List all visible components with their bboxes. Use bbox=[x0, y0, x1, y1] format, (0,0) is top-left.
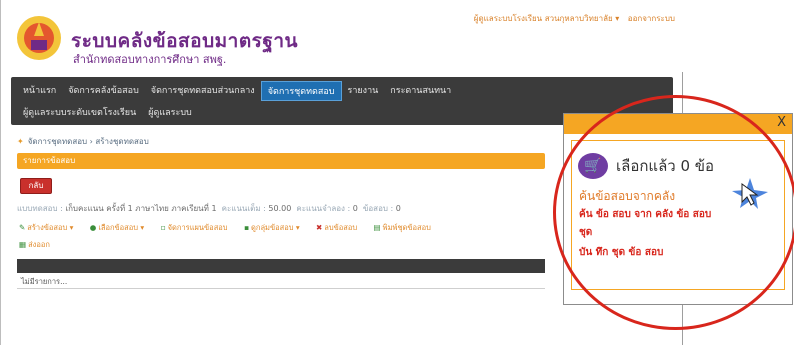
close-icon[interactable]: X bbox=[777, 115, 786, 130]
breadcrumb-text[interactable]: จัดการชุดทดสอบ › สร้างชุดทดสอบ bbox=[28, 137, 149, 146]
site-header: ระบบคลังข้อสอบมาตรฐาน สำนักทดสอบทางการศึ… bbox=[1, 0, 683, 72]
create-item-button[interactable]: ✎ สร้างข้อสอบ ▾ bbox=[19, 223, 80, 232]
select-item-button[interactable]: ● เลือกข้อสอบ ▾ bbox=[90, 223, 151, 232]
info-label-test: แบบทดสอบ : bbox=[17, 204, 63, 213]
test-info: แบบทดสอบ : เก็บคะแนน ครั้งที่ 1 ภาษาไทย … bbox=[17, 202, 401, 215]
print-icon: ▤ bbox=[373, 223, 381, 232]
view-groups-button[interactable]: ▪ ดูกลุ่มข้อสอบ ▾ bbox=[244, 223, 307, 232]
print-button[interactable]: ▤ พิมพ์ชุดข้อสอบ bbox=[374, 223, 438, 232]
nav-forum[interactable]: กระดานสนทนา bbox=[384, 81, 457, 101]
plus-icon: ● bbox=[89, 223, 97, 232]
home-icon: ✦ bbox=[17, 137, 24, 146]
info-value-count: 0 bbox=[395, 204, 401, 213]
info-label-fullscore: คะแนนเต็ม : bbox=[221, 204, 266, 213]
logout-link[interactable]: ออกจากระบบ bbox=[628, 14, 675, 23]
nav-admin[interactable]: ผู้ดูแลระบบ bbox=[142, 103, 198, 123]
section-header: รายการข้อสอบ bbox=[17, 153, 545, 169]
doc-icon: ▫ bbox=[160, 223, 166, 232]
delete-icon: ✖ bbox=[316, 223, 323, 232]
table-header bbox=[17, 259, 545, 273]
table-empty-row: ไม่มีรายการ... bbox=[17, 275, 545, 289]
nav-row-1: หน้าแรก จัดการคลังข้อสอบ จัดการชุดทดสอบส… bbox=[17, 81, 457, 101]
info-value-simscore: 0 bbox=[352, 204, 358, 213]
back-button[interactable]: กลับ bbox=[20, 178, 52, 194]
nav-reports[interactable]: รายงาน bbox=[342, 81, 385, 101]
info-label-simscore: คะแนนจำลอง : bbox=[296, 204, 351, 213]
top-links: ผู้ดูแลระบบโรงเรียน สวนกุหลาบวิทยาลัย ▾ … bbox=[468, 12, 675, 25]
info-value-fullscore: 50.00 bbox=[268, 204, 292, 213]
export-icon: ▦ bbox=[19, 240, 27, 249]
user-menu-link[interactable]: ผู้ดูแลระบบโรงเรียน สวนกุหลาบวิทยาลัย ▾ bbox=[474, 14, 619, 23]
folder-icon: ▪ bbox=[243, 223, 250, 232]
nav-manage-tests[interactable]: จัดการชุดทดสอบ bbox=[260, 81, 342, 101]
info-label-count: ข้อสอบ : bbox=[362, 204, 394, 213]
nav-school-admin[interactable]: ผู้ดูแลระบบระดับเขตโรงเรียน bbox=[17, 103, 142, 123]
info-value-test: เก็บคะแนน ครั้งที่ 1 ภาษาไทย ภาคเรียนที่… bbox=[65, 204, 217, 213]
toolbar: ✎ สร้างข้อสอบ ▾ ● เลือกข้อสอบ ▾ ▫ จัดการแผน… bbox=[19, 222, 445, 234]
delete-item-button[interactable]: ✖ ลบข้อสอบ bbox=[316, 223, 364, 232]
nav-central-tests[interactable]: จัดการชุดทดสอบส่วนกลาง bbox=[145, 81, 261, 101]
nav-item-bank[interactable]: จัดการคลังข้อสอบ bbox=[62, 81, 145, 101]
export-button[interactable]: ▦ ส่งออก bbox=[19, 239, 50, 251]
manage-plan-button[interactable]: ▫ จัดการแผนข้อสอบ bbox=[161, 223, 235, 232]
edit-icon: ✎ bbox=[19, 223, 26, 232]
nav-row-2: ผู้ดูแลระบบระดับเขตโรงเรียน ผู้ดูแลระบบ bbox=[17, 103, 198, 123]
nav-home[interactable]: หน้าแรก bbox=[17, 81, 62, 101]
breadcrumb: ✦ จัดการชุดทดสอบ › สร้างชุดทดสอบ bbox=[17, 135, 149, 148]
obec-logo-icon bbox=[17, 16, 61, 60]
site-subtitle: สำนักทดสอบทางการศึกษา สพฐ. bbox=[73, 53, 227, 66]
highlight-circle bbox=[553, 95, 794, 330]
